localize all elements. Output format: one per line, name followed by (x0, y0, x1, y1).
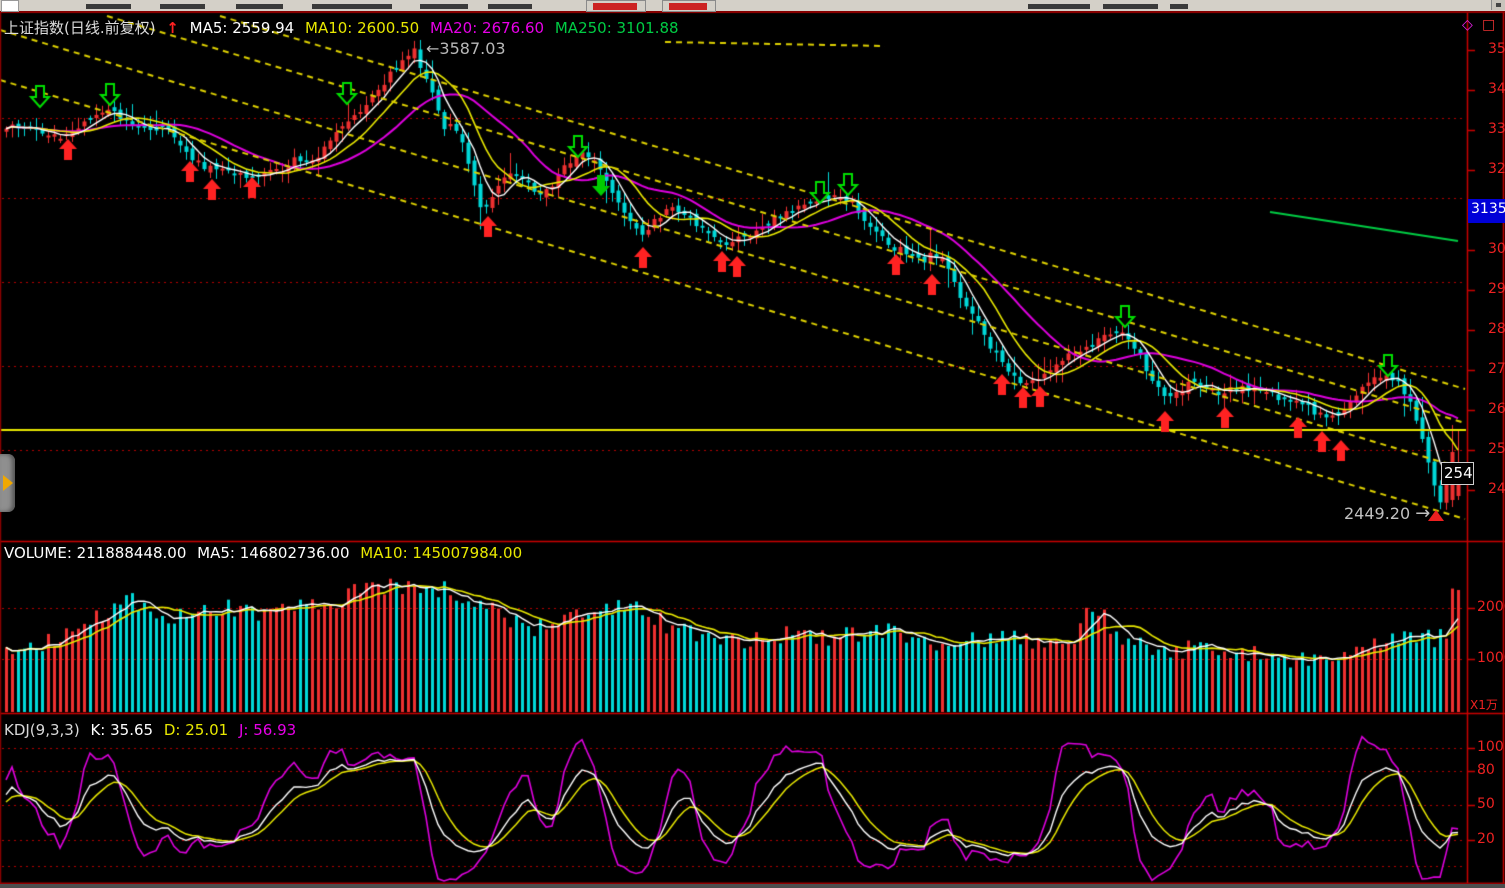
last-price-box: 2549 (1441, 462, 1474, 485)
y-axis-label: 80 (1477, 762, 1495, 778)
left-arrow-icon: ← (426, 39, 439, 58)
kdj-title-row: KDJ(9,3,3) K: 35.65 D: 25.01 J: 56.93 (4, 721, 302, 739)
menu-item-stub[interactable] (420, 4, 468, 9)
trading-app-window: { "main_panel": { "title": "上证指数(日线.前复权)… (0, 0, 1505, 888)
volume-ma10-value: MA10: 145007984.00 (360, 544, 522, 562)
window-bottom-strip (0, 884, 1505, 888)
y-axis-label: 2600 (1488, 401, 1505, 417)
axis-highlight-value-box: 3135 (1468, 199, 1505, 223)
main-chart-title-row: 上证指数(日线.前复权) ↑ MA5: 2559.94 MA10: 2600.5… (4, 17, 685, 38)
y-axis-label: 2400 (1488, 481, 1505, 497)
y-axis-label: 20 (1477, 831, 1495, 847)
volume-title-row: VOLUME: 211888448.00 MA5: 146802736.00 M… (4, 544, 528, 562)
menu-button-stub[interactable] (586, 0, 646, 12)
y-axis-label: 3500 (1488, 41, 1505, 57)
up-arrow-icon: ↑ (166, 19, 179, 37)
y-axis-label: 3000 (1488, 241, 1505, 257)
y-axis-label: 2500 (1488, 441, 1505, 457)
y-axis-label: 3300 (1488, 121, 1505, 137)
volume-value: VOLUME: 211888448.00 (4, 544, 186, 562)
low-price-text: 2449.20 (1344, 504, 1410, 523)
menu-icon-stub[interactable] (1170, 4, 1188, 9)
menu-item-stub[interactable] (86, 4, 131, 9)
diamond-icon[interactable]: ◇ (1462, 17, 1473, 33)
menu-item-stub[interactable] (1103, 4, 1158, 9)
peak-price-annotation: ←3587.03 (426, 39, 506, 58)
menu-item-stub[interactable] (1028, 4, 1090, 9)
y-axis-label: 50 (1477, 796, 1495, 812)
peak-price-text: 3587.03 (439, 39, 505, 58)
kdj-title: KDJ(9,3,3) (4, 721, 80, 739)
menu-button-red-text-stub (669, 3, 707, 10)
ma5-value: MA5: 2559.94 (190, 19, 295, 37)
box-icon[interactable]: □ (1482, 17, 1495, 33)
menu-item-stub[interactable] (312, 4, 392, 9)
volume-unit-label: X1万 (1470, 696, 1498, 713)
ma10-value: MA10: 2600.50 (305, 19, 419, 37)
drawer-expander-tab[interactable] (0, 454, 15, 512)
expander-arrow-icon (3, 475, 13, 491)
instrument-title: 上证指数(日线.前复权) (4, 19, 155, 37)
y-axis-label: 2700 (1488, 361, 1505, 377)
right-arrow-icon: → (1415, 503, 1428, 524)
menu-item-stub[interactable] (488, 4, 532, 9)
menu-logo-stub (1, 0, 19, 12)
y-axis-label: 2900 (1488, 281, 1505, 297)
menu-button-stub[interactable] (662, 0, 716, 12)
menu-bar (0, 0, 1505, 11)
kdj-d-value: D: 25.01 (164, 721, 228, 739)
y-axis-label: 3400 (1488, 81, 1505, 97)
menu-button-red-text-stub (593, 3, 637, 10)
menu-corner-button[interactable] (1491, 0, 1505, 10)
menu-item-stub[interactable] (160, 4, 205, 9)
price-chart-canvas[interactable] (0, 0, 1505, 888)
low-price-annotation: 2449.20 → (1344, 503, 1428, 524)
y-axis-label: 20000 (1477, 599, 1505, 615)
ma20-value: MA20: 2676.60 (430, 19, 544, 37)
y-axis-label: 2800 (1488, 321, 1505, 337)
low-marker-triangle-icon (1428, 510, 1444, 521)
y-axis-label: 3200 (1488, 161, 1505, 177)
y-axis-label: 10000 (1477, 650, 1505, 666)
kdj-k-value: K: 35.65 (90, 721, 153, 739)
volume-ma5-value: MA5: 146802736.00 (197, 544, 349, 562)
ma250-value: MA250: 3101.88 (555, 19, 679, 37)
kdj-j-value: J: 56.93 (239, 721, 296, 739)
menu-item-stub[interactable] (236, 4, 283, 9)
y-axis-label: 100 (1477, 739, 1504, 755)
